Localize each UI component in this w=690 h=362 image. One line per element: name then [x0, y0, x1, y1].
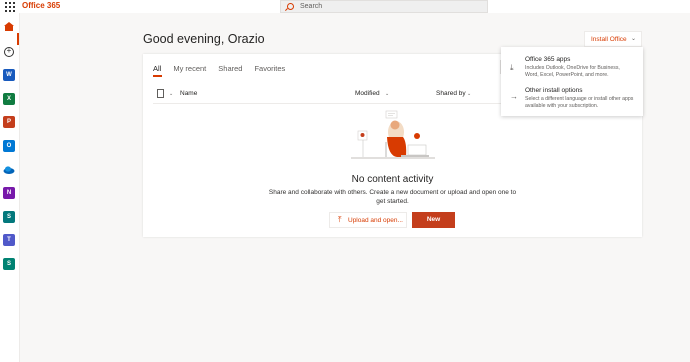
rail-item-teams[interactable]: T	[3, 234, 15, 246]
tab-my-recent[interactable]: My recent	[173, 64, 206, 73]
app-launcher-icon[interactable]	[4, 1, 15, 12]
rail-item-outlook[interactable]: O	[3, 140, 15, 152]
menu-item-description: Includes Outlook, OneDrive for Business,…	[525, 65, 620, 78]
rail-item-excel[interactable]: X	[3, 93, 15, 105]
install-office-label: Install Office	[591, 36, 627, 43]
active-indicator	[17, 33, 19, 45]
document-icon[interactable]	[157, 89, 164, 98]
arrow-right-icon: →	[510, 92, 518, 101]
onedrive-icon	[3, 166, 15, 174]
top-bar: Office 365 Search	[0, 0, 690, 13]
page-title: Good evening, Orazio	[143, 32, 265, 46]
brand-title[interactable]: Office 365	[22, 1, 60, 10]
menu-item-title: Office 365 apps	[525, 56, 571, 63]
menu-item-title: Other install options	[525, 87, 583, 94]
chevron-down-icon: ⌄	[630, 36, 636, 42]
rail-item-powerpoint[interactable]: P	[3, 116, 15, 128]
column-name[interactable]: Name	[180, 90, 197, 97]
search-icon	[287, 3, 294, 10]
tab-all[interactable]: All	[153, 64, 163, 77]
search-input[interactable]: Search	[280, 0, 488, 13]
tab-bar: All My recent Shared Favorites	[153, 64, 285, 77]
new-button[interactable]: New	[412, 212, 455, 228]
empty-state-description: Share and collaborate with others. Creat…	[268, 189, 517, 205]
tab-shared[interactable]: Shared	[218, 64, 242, 73]
rail-item-onenote[interactable]: N	[3, 187, 15, 199]
menu-item-other-install-options[interactable]: → Other install options Select a differe…	[501, 86, 643, 114]
rail-item-sharepoint[interactable]: S	[3, 211, 15, 223]
rail-item-onedrive[interactable]	[3, 164, 15, 176]
search-placeholder: Search	[300, 2, 323, 10]
empty-state-illustration	[351, 110, 435, 159]
column-shared-by[interactable]: Shared by	[436, 90, 466, 97]
menu-item-description: Select a different language or install o…	[525, 96, 634, 109]
menu-item-office-apps[interactable]: ⤓ Office 365 apps Includes Outlook, OneD…	[501, 55, 643, 83]
upload-and-open-button[interactable]: ⤒ Upload and open...	[329, 212, 407, 228]
upload-icon: ⤒	[338, 215, 342, 224]
install-dropdown-menu: ⤓ Office 365 apps Includes Outlook, OneD…	[501, 47, 643, 116]
download-icon: ⤓	[510, 63, 514, 72]
empty-state-title: No content activity	[351, 174, 434, 185]
rail-item-word[interactable]: W	[3, 69, 15, 81]
chevron-down-icon[interactable]: ⌄	[467, 91, 471, 97]
column-modified[interactable]: Modified	[355, 90, 380, 97]
chevron-down-icon[interactable]: ⌄	[169, 91, 173, 97]
home-icon[interactable]	[4, 22, 14, 31]
chevron-down-icon[interactable]: ⌄	[385, 91, 389, 97]
upload-and-open-label: Upload and open...	[348, 217, 403, 224]
tab-favorites[interactable]: Favorites	[254, 64, 285, 73]
plus-circle-icon[interactable]: +	[4, 47, 14, 57]
install-office-button[interactable]: Install Office ⌄	[584, 31, 642, 47]
rail-item-sway[interactable]: S	[3, 258, 15, 270]
